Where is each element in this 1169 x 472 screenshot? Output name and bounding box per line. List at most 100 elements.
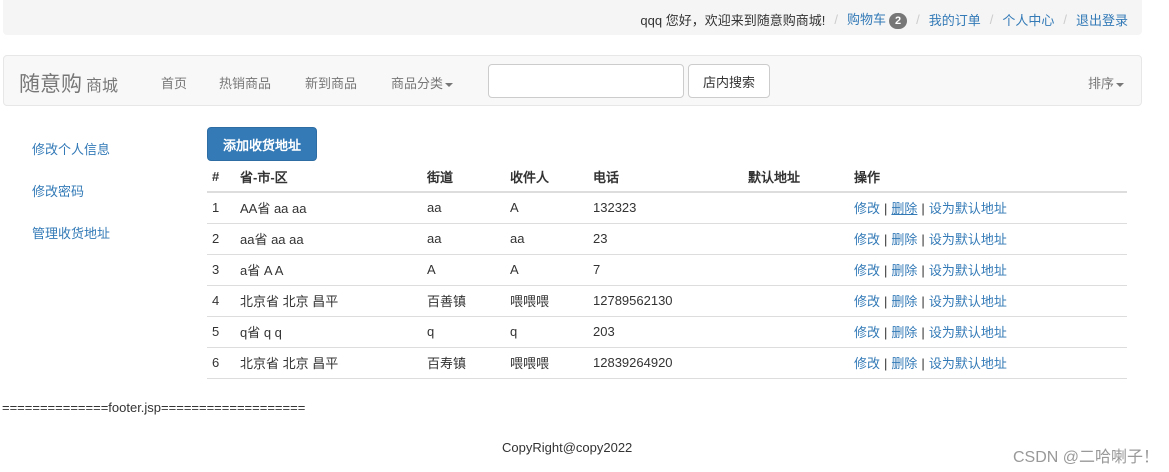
column-header-default: 默认地址 [743,161,849,193]
edit-link[interactable]: 修改 [854,325,880,340]
row-default [743,192,849,224]
set-default-link[interactable]: 设为默认地址 [929,294,1007,309]
table-row: 5 q省 q q q q 203 修改 | 删除 | 设为默认地址 [207,316,1127,348]
cart-count-badge: 2 [888,13,908,29]
row-actions: 修改 | 删除 | 设为默认地址 [849,254,1127,286]
sort-dropdown[interactable]: 排序 [1088,73,1125,92]
my-orders-link[interactable]: 我的订单 [929,10,981,29]
row-phone: 7 [588,254,743,286]
cart-link[interactable]: 购物车 2 [846,9,908,29]
delete-link[interactable]: 删除 [891,201,917,216]
row-number: 6 [207,347,235,379]
row-actions: 修改 | 删除 | 设为默认地址 [849,192,1127,224]
row-number: 1 [207,192,235,224]
row-phone: 12839264920 [588,347,743,379]
caret-down-icon [445,82,454,87]
row-street: aa [422,192,505,224]
column-header-street: 街道 [422,161,505,193]
set-default-link[interactable]: 设为默认地址 [929,201,1007,216]
row-actions: 修改 | 删除 | 设为默认地址 [849,223,1127,255]
row-default [743,285,849,317]
logout-link[interactable]: 退出登录 [1076,10,1128,29]
delete-link[interactable]: 删除 [891,325,917,340]
table-row: 1 AA省 aa aa aa A 132323 修改 | 删除 | 设为默认地址 [207,192,1127,224]
sidebar-item-change-password[interactable]: 修改密码 [32,181,84,200]
edit-link[interactable]: 修改 [854,356,880,371]
row-recipient: 喂喂喂 [505,285,588,317]
row-street: 百寿镇 [422,347,505,379]
nav-hot-products[interactable]: 热销商品 [219,73,271,92]
delete-link[interactable]: 删除 [891,356,917,371]
row-number: 3 [207,254,235,286]
column-header-region: 省-市-区 [235,161,422,193]
action-divider: | [921,356,925,371]
table-row: 4 北京省 北京 昌平 百善镇 喂喂喂 12789562130 修改 | 删除 | 设为… [207,285,1127,317]
delete-link[interactable]: 删除 [891,232,917,247]
sort-label: 排序 [1088,76,1115,91]
action-divider: | [884,232,888,247]
row-street: aa [422,223,505,255]
set-default-link[interactable]: 设为默认地址 [929,232,1007,247]
edit-link[interactable]: 修改 [854,263,880,278]
separator: / [916,11,920,27]
action-divider: | [921,294,925,309]
action-divider: | [921,263,925,278]
delete-link[interactable]: 删除 [891,294,917,309]
column-header-actions: 操作 [849,161,1127,193]
table-row: 3 a省 A A A A 7 修改 | 删除 | 设为默认地址 [207,254,1127,286]
add-address-button[interactable]: 添加收货地址 [207,127,317,161]
row-street: 百善镇 [422,285,505,317]
row-default [743,316,849,348]
row-default [743,254,849,286]
action-divider: | [921,232,925,247]
column-header-recipient: 收件人 [505,161,588,193]
separator: / [989,11,994,27]
table-header-row: # 省-市-区 街道 收件人 电话 默认地址 操作 [207,161,1127,193]
profile-link[interactable]: 个人中心 [1002,10,1054,29]
main-navbar: 随意购 商城 首页 热销商品 新到商品 商品分类 店内搜索 排序 [3,55,1142,106]
delete-link[interactable]: 删除 [891,263,917,278]
top-user-bar: qqq 您好，欢迎来到随意购商城! / 购物车 2 / 我的订单 / 个人中心 /… [3,0,1142,35]
nav-category-dropdown[interactable]: 商品分类 [391,73,454,92]
row-recipient: 喂喂喂 [505,347,588,379]
row-default [743,347,849,379]
action-divider: | [884,201,888,217]
set-default-link[interactable]: 设为默认地址 [929,263,1007,278]
row-recipient: aa [505,223,588,255]
column-header-phone: 电话 [588,161,743,193]
footer-include-marker: ==============footer.jsp================… [2,400,306,415]
store-search-button[interactable]: 店内搜索 [688,64,770,98]
row-region: 北京省 北京 昌平 [235,347,422,379]
row-recipient: A [505,254,588,286]
edit-link[interactable]: 修改 [854,294,880,309]
column-header-number: # [207,161,235,193]
sidebar-item-manage-addresses[interactable]: 管理收货地址 [32,223,110,242]
brand-logo[interactable]: 随意购 商城 [19,68,118,98]
row-number: 5 [207,316,235,348]
copyright-text: CopyRight@copy2022 [502,440,633,455]
row-region: q省 q q [235,316,422,348]
nav-home[interactable]: 首页 [161,73,187,92]
action-divider: | [921,325,925,340]
edit-link[interactable]: 修改 [854,232,880,247]
sidebar-item-edit-profile[interactable]: 修改个人信息 [32,139,110,158]
edit-link[interactable]: 修改 [854,201,880,216]
row-actions: 修改 | 删除 | 设为默认地址 [849,316,1127,348]
table-row: 2 aa省 aa aa aa aa 23 修改 | 删除 | 设为默认地址 [207,223,1127,255]
row-street: A [422,254,505,286]
separator: / [1063,11,1067,27]
row-recipient: q [505,316,588,348]
watermark-text: CSDN @二哈喇子！ [1012,449,1159,466]
nav-new-products[interactable]: 新到商品 [305,73,357,92]
action-divider: | [884,263,888,278]
cart-label: 购物车 [846,12,886,27]
caret-down-icon [1116,82,1125,87]
set-default-link[interactable]: 设为默认地址 [929,325,1007,340]
row-actions: 修改 | 删除 | 设为默认地址 [849,347,1127,379]
row-region: a省 A A [235,254,422,286]
row-street: q [422,316,505,348]
search-input[interactable] [488,64,684,98]
top-user-bar-links: qqq 您好，欢迎来到随意购商城! / 购物车 2 / 我的订单 / 个人中心 /… [640,9,1128,29]
row-recipient: A [505,192,588,224]
set-default-link[interactable]: 设为默认地址 [929,356,1007,371]
